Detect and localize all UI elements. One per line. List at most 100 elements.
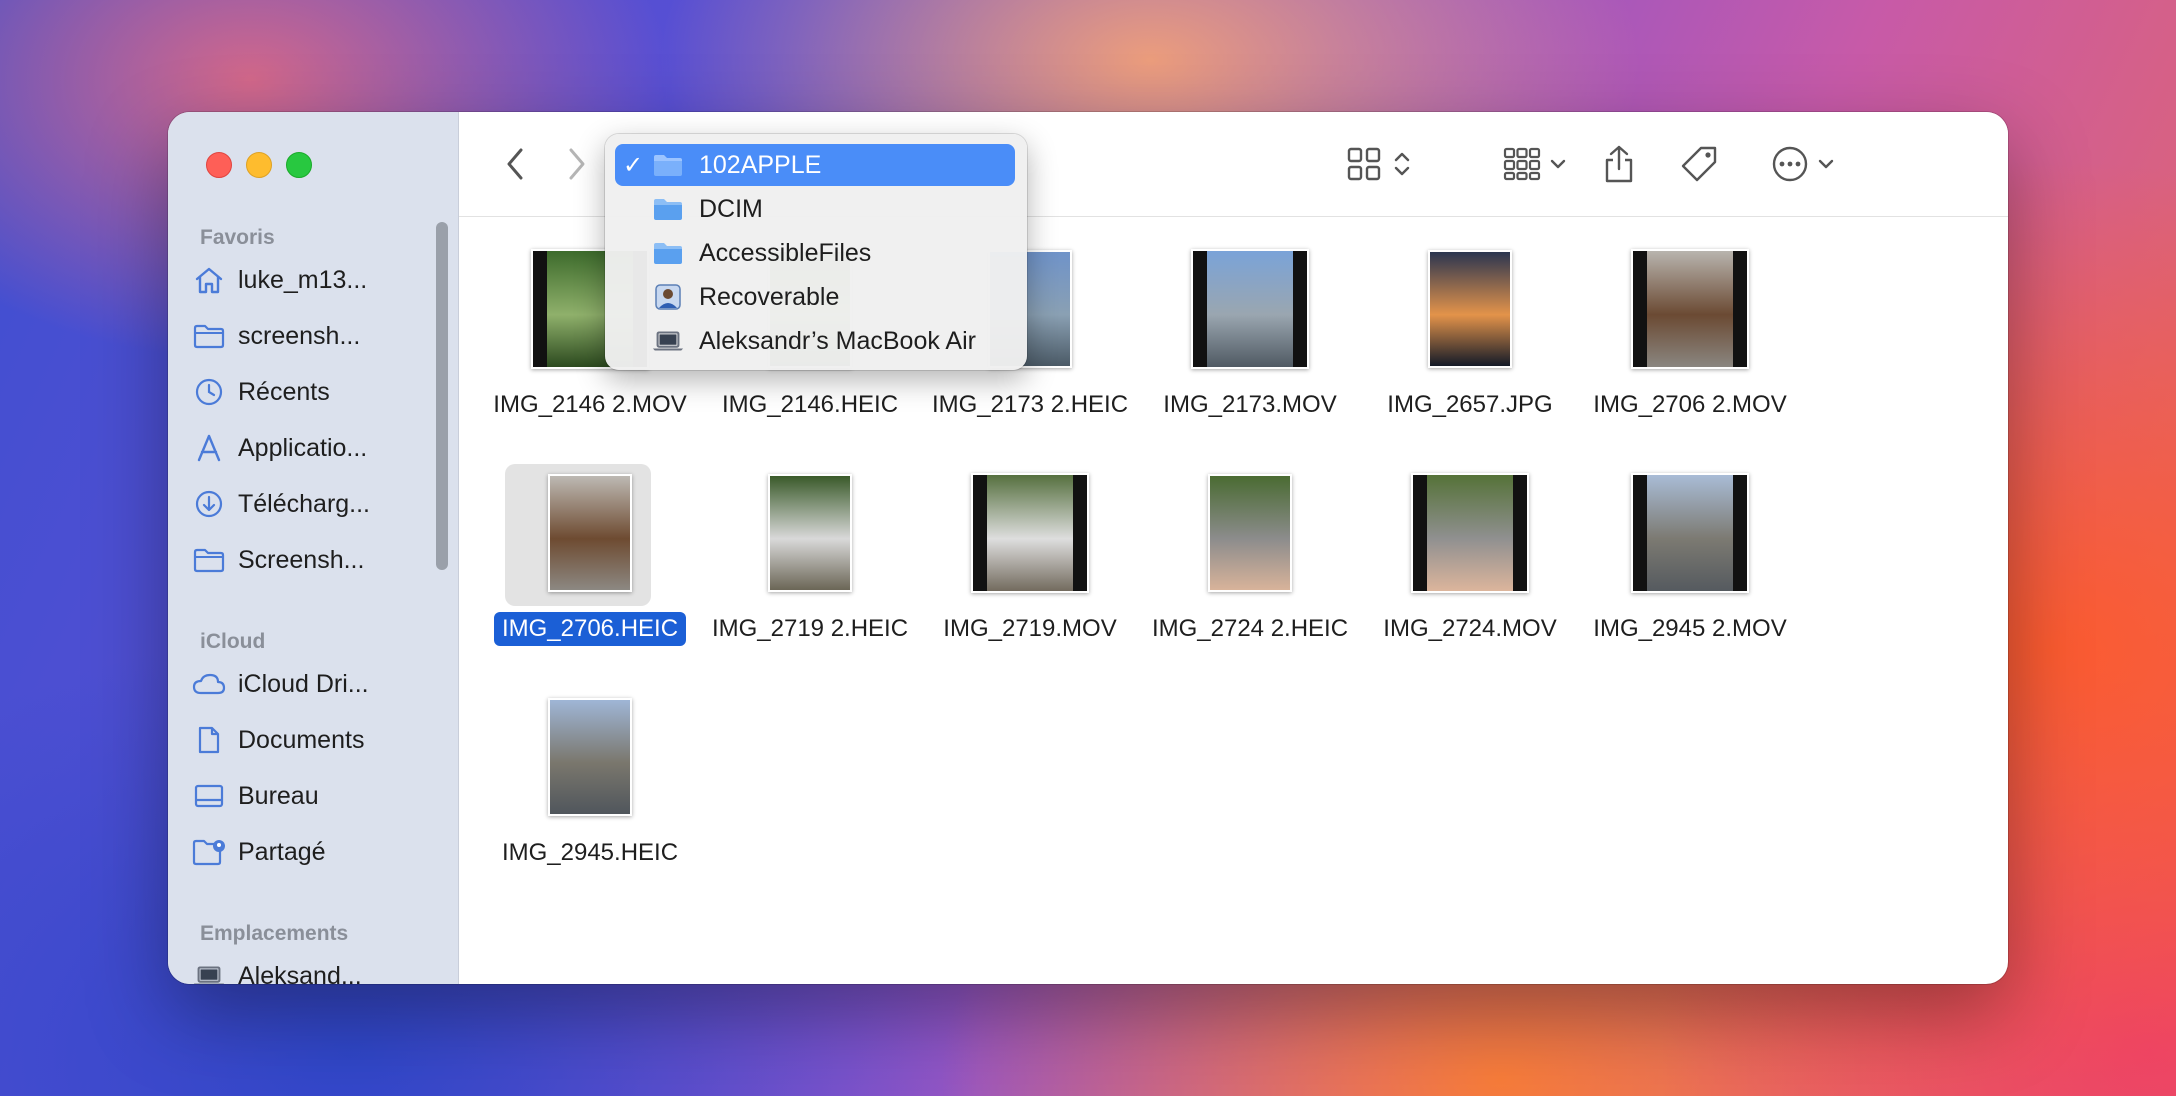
checkmark-icon: ✓ <box>622 151 644 179</box>
path-menu-item-label: Aleksandr’s MacBook Air <box>699 326 976 355</box>
file-item[interactable]: IMG_2706 2.MOV <box>1579 248 1801 422</box>
group-button[interactable] <box>1497 142 1573 186</box>
path-menu-item[interactable]: Aleksandr’s MacBook Air <box>615 320 1015 362</box>
file-name: IMG_2719.MOV <box>943 615 1117 642</box>
path-popup-menu: ✓ 102APPLE DCIM AccessibleFiles Recoverable A… <box>605 134 1027 370</box>
file-item[interactable]: IMG_2945.HEIC <box>479 696 701 870</box>
view-mode-button[interactable] <box>1339 142 1419 186</box>
sidebar-item-label: Bureau <box>238 781 319 810</box>
folder-icon <box>651 239 685 267</box>
sidebar-heading: Favoris <box>200 226 275 249</box>
home-icon <box>192 265 226 295</box>
minimize-window-button[interactable] <box>246 152 272 178</box>
sidebar-item-label: Aleksand... <box>238 961 362 985</box>
chevron-down-icon <box>1550 159 1566 169</box>
sidebar-heading: iCloud <box>200 630 266 653</box>
sidebar-item-label: Partagé <box>238 837 326 866</box>
sidebar-item[interactable]: Aleksand... <box>192 954 442 984</box>
video-thumbnail <box>1191 249 1309 369</box>
sidebar-item-label: Documents <box>238 725 365 754</box>
sidebar-item[interactable]: Partagé <box>192 830 442 874</box>
laptop-icon <box>192 961 226 984</box>
sidebar-item[interactable]: Récents <box>192 370 442 414</box>
sidebar-item[interactable]: Applicatio... <box>192 426 442 470</box>
file-name: IMG_2146.HEIC <box>721 391 899 418</box>
shared-folder-icon <box>192 837 226 867</box>
file-name: IMG_2724 2.HEIC <box>1151 615 1349 642</box>
sidebar-item-label: Récents <box>238 377 330 406</box>
file-thumbnail-area <box>1579 472 1801 594</box>
sidebar-item[interactable]: Documents <box>192 718 442 762</box>
back-button[interactable] <box>493 142 537 186</box>
sidebar-item-label: Screensh... <box>238 545 365 574</box>
group-grid-icon <box>1503 147 1541 181</box>
file-thumbnail-area <box>1579 248 1801 370</box>
path-menu-item[interactable]: AccessibleFiles <box>615 232 1015 274</box>
file-name: IMG_2945 2.MOV <box>1593 615 1787 642</box>
file-thumbnail-area <box>919 472 1141 594</box>
desktop-icon <box>192 781 226 811</box>
sidebar-item[interactable]: Télécharg... <box>192 482 442 526</box>
document-icon <box>192 725 226 755</box>
file-item[interactable]: IMG_2719 2.HEIC <box>699 472 921 646</box>
sidebar-item[interactable]: luke_m13... <box>192 258 442 302</box>
file-item[interactable]: IMG_2719.MOV <box>919 472 1141 646</box>
file-thumbnail-area <box>1139 472 1361 594</box>
file-thumbnail-area <box>1139 248 1361 370</box>
file-name: IMG_2706.HEIC <box>493 612 687 646</box>
file-name: IMG_2657.JPG <box>1387 391 1553 418</box>
sidebar-item[interactable]: iCloud Dri... <box>192 662 442 706</box>
sidebar-item[interactable]: Screensh... <box>192 538 442 582</box>
file-item[interactable]: IMG_2724.MOV <box>1359 472 1581 646</box>
sidebar-item-label: screensh... <box>238 321 361 350</box>
file-thumbnail-area <box>699 472 921 594</box>
ellipsis-circle-icon <box>1772 146 1808 182</box>
chevron-right-icon <box>569 148 585 180</box>
download-icon <box>192 489 226 519</box>
sidebar: Favoris luke_m13... screensh... Récents Appl… <box>168 112 459 984</box>
sidebar-item[interactable]: Bureau <box>192 774 442 818</box>
photo-thumbnail <box>768 474 852 592</box>
sidebar-item[interactable]: screensh... <box>192 314 442 358</box>
video-thumbnail <box>1631 473 1749 593</box>
sidebar-scrollbar[interactable] <box>436 222 448 570</box>
finder-window: Favoris luke_m13... screensh... Récents Appl… <box>168 112 2008 984</box>
path-menu-item[interactable]: ✓ 102APPLE <box>615 144 1015 186</box>
file-thumbnail-area <box>479 464 701 606</box>
user-avatar-icon <box>651 283 685 311</box>
icon-view-grid-icon <box>1347 147 1381 181</box>
path-menu-item-label: Recoverable <box>699 282 840 311</box>
share-button[interactable] <box>1597 142 1641 186</box>
tag-button[interactable] <box>1677 142 1721 186</box>
chevron-down-icon <box>1818 159 1834 169</box>
cloud-icon <box>192 669 226 699</box>
clock-icon <box>192 377 226 407</box>
file-item[interactable]: IMG_2657.JPG <box>1359 248 1581 422</box>
file-name: IMG_2945.HEIC <box>501 839 679 866</box>
file-item[interactable]: IMG_2706.HEIC <box>479 464 701 646</box>
file-item[interactable]: IMG_2724 2.HEIC <box>1139 472 1361 646</box>
photo-thumbnail <box>1208 474 1292 592</box>
video-thumbnail <box>1631 249 1749 369</box>
file-item[interactable]: IMG_2945 2.MOV <box>1579 472 1801 646</box>
file-thumbnail-area <box>1359 248 1581 370</box>
path-menu-item[interactable]: DCIM <box>615 188 1015 230</box>
photo-thumbnail <box>548 698 632 816</box>
sidebar-item-label: Applicatio... <box>238 433 368 462</box>
share-icon <box>1605 145 1633 183</box>
close-window-button[interactable] <box>206 152 232 178</box>
folder-icon <box>651 151 685 179</box>
file-name: IMG_2724.MOV <box>1383 615 1557 642</box>
zoom-window-button[interactable] <box>286 152 312 178</box>
more-actions-button[interactable] <box>1765 142 1841 186</box>
file-item[interactable]: IMG_2173.MOV <box>1139 248 1361 422</box>
file-name: IMG_2146 2.MOV <box>493 391 687 418</box>
path-menu-item[interactable]: Recoverable <box>615 276 1015 318</box>
video-thumbnail <box>971 473 1089 593</box>
file-name: IMG_2173 2.HEIC <box>931 391 1129 418</box>
path-menu-item-label: DCIM <box>699 194 763 223</box>
sidebar-heading: Emplacements <box>200 922 349 945</box>
tag-icon <box>1681 146 1717 182</box>
forward-button[interactable] <box>555 142 599 186</box>
up-down-chevron-icon <box>1394 152 1410 176</box>
